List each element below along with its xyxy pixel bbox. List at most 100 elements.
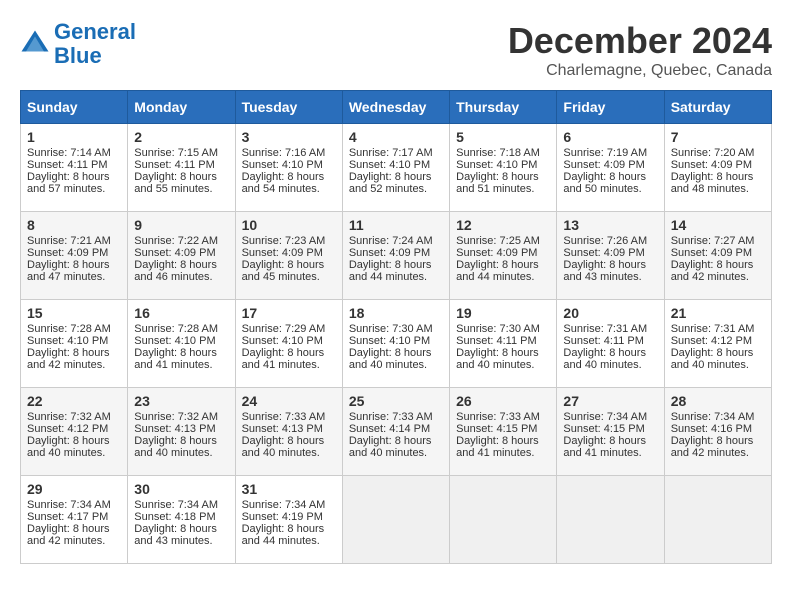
sunset: Sunset: 4:09 PM	[456, 247, 537, 259]
daylight: Daylight: 8 hours and 44 minutes.	[242, 523, 325, 547]
daylight: Daylight: 8 hours and 41 minutes.	[456, 435, 539, 459]
day-number: 28	[671, 393, 765, 409]
sunrise: Sunrise: 7:26 AM	[563, 235, 647, 247]
week-row-1: 1Sunrise: 7:14 AMSunset: 4:11 PMDaylight…	[21, 124, 772, 212]
calendar-cell	[450, 476, 557, 564]
calendar-cell: 29Sunrise: 7:34 AMSunset: 4:17 PMDayligh…	[21, 476, 128, 564]
calendar-cell: 11Sunrise: 7:24 AMSunset: 4:09 PMDayligh…	[342, 212, 449, 300]
calendar-cell: 27Sunrise: 7:34 AMSunset: 4:15 PMDayligh…	[557, 388, 664, 476]
daylight: Daylight: 8 hours and 51 minutes.	[456, 171, 539, 195]
sunrise: Sunrise: 7:31 AM	[671, 323, 755, 335]
page-header: General Blue December 2024 Charlemagne, …	[20, 20, 772, 80]
week-row-4: 22Sunrise: 7:32 AMSunset: 4:12 PMDayligh…	[21, 388, 772, 476]
day-number: 31	[242, 481, 336, 497]
month-title: December 2024	[508, 20, 772, 62]
calendar-cell: 7Sunrise: 7:20 AMSunset: 4:09 PMDaylight…	[664, 124, 771, 212]
daylight: Daylight: 8 hours and 40 minutes.	[671, 347, 754, 371]
calendar-cell	[342, 476, 449, 564]
daylight: Daylight: 8 hours and 50 minutes.	[563, 171, 646, 195]
sunrise: Sunrise: 7:15 AM	[134, 147, 218, 159]
sunrise: Sunrise: 7:16 AM	[242, 147, 326, 159]
sunset: Sunset: 4:11 PM	[134, 159, 215, 171]
sunset: Sunset: 4:10 PM	[456, 159, 537, 171]
day-number: 11	[349, 217, 443, 233]
day-number: 26	[456, 393, 550, 409]
day-number: 6	[563, 129, 657, 145]
calendar-body: 1Sunrise: 7:14 AMSunset: 4:11 PMDaylight…	[21, 124, 772, 564]
day-number: 3	[242, 129, 336, 145]
sunrise: Sunrise: 7:33 AM	[349, 411, 433, 423]
day-number: 17	[242, 305, 336, 321]
sunrise: Sunrise: 7:32 AM	[134, 411, 218, 423]
day-number: 14	[671, 217, 765, 233]
sunset: Sunset: 4:09 PM	[134, 247, 215, 259]
sunrise: Sunrise: 7:21 AM	[27, 235, 111, 247]
day-number: 29	[27, 481, 121, 497]
sunset: Sunset: 4:09 PM	[671, 247, 752, 259]
day-number: 1	[27, 129, 121, 145]
sunrise: Sunrise: 7:34 AM	[242, 499, 326, 511]
calendar-cell: 17 Sunrise: 7:29 AMSunset: 4:10 PMDayligh…	[235, 300, 342, 388]
day-number: 5	[456, 129, 550, 145]
daylight: Daylight: 8 hours and 52 minutes.	[349, 171, 432, 195]
calendar-cell: 23Sunrise: 7:32 AMSunset: 4:13 PMDayligh…	[128, 388, 235, 476]
sunset: Sunset: 4:09 PM	[27, 247, 108, 259]
day-number: 27	[563, 393, 657, 409]
sunset: Sunset: 4:19 PM	[242, 511, 323, 523]
calendar-cell: 15Sunrise: 7:28 AMSunset: 4:10 PMDayligh…	[21, 300, 128, 388]
daylight: Daylight: 8 hours and 41 minutes.	[563, 435, 646, 459]
calendar-table: SundayMondayTuesdayWednesdayThursdayFrid…	[20, 90, 772, 564]
weekday-friday: Friday	[557, 91, 664, 124]
calendar-cell: 13 Sunrise: 7:26 AMSunset: 4:09 PMDayligh…	[557, 212, 664, 300]
title-block: December 2024 Charlemagne, Quebec, Canad…	[508, 20, 772, 80]
sunset: Sunset: 4:09 PM	[349, 247, 430, 259]
calendar-cell: 8Sunrise: 7:21 AMSunset: 4:09 PMDaylight…	[21, 212, 128, 300]
day-number: 12	[456, 217, 550, 233]
daylight: Daylight: 8 hours and 40 minutes.	[349, 435, 432, 459]
sunrise: Sunrise: 7:29 AM	[242, 323, 326, 335]
sunset: Sunset: 4:13 PM	[134, 423, 215, 435]
calendar-cell: 4Sunrise: 7:17 AMSunset: 4:10 PMDaylight…	[342, 124, 449, 212]
day-number: 19	[456, 305, 550, 321]
sunrise: Sunrise: 7:14 AM	[27, 147, 111, 159]
weekday-header-row: SundayMondayTuesdayWednesdayThursdayFrid…	[21, 91, 772, 124]
weekday-thursday: Thursday	[450, 91, 557, 124]
calendar-cell: 22Sunrise: 7:32 AMSunset: 4:12 PMDayligh…	[21, 388, 128, 476]
day-number: 15	[27, 305, 121, 321]
day-number: 13	[563, 217, 657, 233]
daylight: Daylight: 8 hours and 41 minutes.	[242, 347, 325, 371]
logo-text: General Blue	[54, 20, 136, 68]
calendar-cell: 21Sunrise: 7:31 AMSunset: 4:12 PMDayligh…	[664, 300, 771, 388]
daylight: Daylight: 8 hours and 46 minutes.	[134, 259, 217, 283]
logo: General Blue	[20, 20, 136, 68]
day-number: 4	[349, 129, 443, 145]
sunset: Sunset: 4:09 PM	[563, 247, 644, 259]
calendar-cell: 18Sunrise: 7:30 AMSunset: 4:10 PMDayligh…	[342, 300, 449, 388]
location: Charlemagne, Quebec, Canada	[508, 62, 772, 80]
daylight: Daylight: 8 hours and 43 minutes.	[563, 259, 646, 283]
daylight: Daylight: 8 hours and 42 minutes.	[27, 347, 110, 371]
day-number: 18	[349, 305, 443, 321]
daylight: Daylight: 8 hours and 42 minutes.	[671, 259, 754, 283]
calendar-cell: 1Sunrise: 7:14 AMSunset: 4:11 PMDaylight…	[21, 124, 128, 212]
sunset: Sunset: 4:17 PM	[27, 511, 108, 523]
sunset: Sunset: 4:15 PM	[456, 423, 537, 435]
week-row-5: 29 Sunrise: 7:34 AM Sunset: 4:17 PM Dayligh…	[21, 476, 772, 564]
sunrise: Sunrise: 7:34 AM	[671, 411, 755, 423]
calendar-cell: 3Sunrise: 7:16 AMSunset: 4:10 PMDaylight…	[235, 124, 342, 212]
weekday-sunday: Sunday	[21, 91, 128, 124]
sunset: Sunset: 4:18 PM	[134, 511, 215, 523]
sunset: Sunset: 4:15 PM	[563, 423, 644, 435]
daylight: Daylight: 8 hours and 45 minutes.	[242, 259, 325, 283]
day-number: 24	[242, 393, 336, 409]
daylight: Daylight: 8 hours and 44 minutes.	[349, 259, 432, 283]
sunset: Sunset: 4:12 PM	[671, 335, 752, 347]
logo-icon	[20, 29, 50, 59]
sunrise: Sunrise: 7:34 AM	[134, 499, 218, 511]
calendar-cell: 5Sunrise: 7:18 AMSunset: 4:10 PMDaylight…	[450, 124, 557, 212]
calendar-cell: 31 Sunrise: 7:34 AMSunset: 4:19 PMDayligh…	[235, 476, 342, 564]
daylight: Daylight: 8 hours and 55 minutes.	[134, 171, 217, 195]
day-number: 23	[134, 393, 228, 409]
sunrise: Sunrise: 7:31 AM	[563, 323, 647, 335]
sunset: Sunset: 4:10 PM	[242, 335, 323, 347]
